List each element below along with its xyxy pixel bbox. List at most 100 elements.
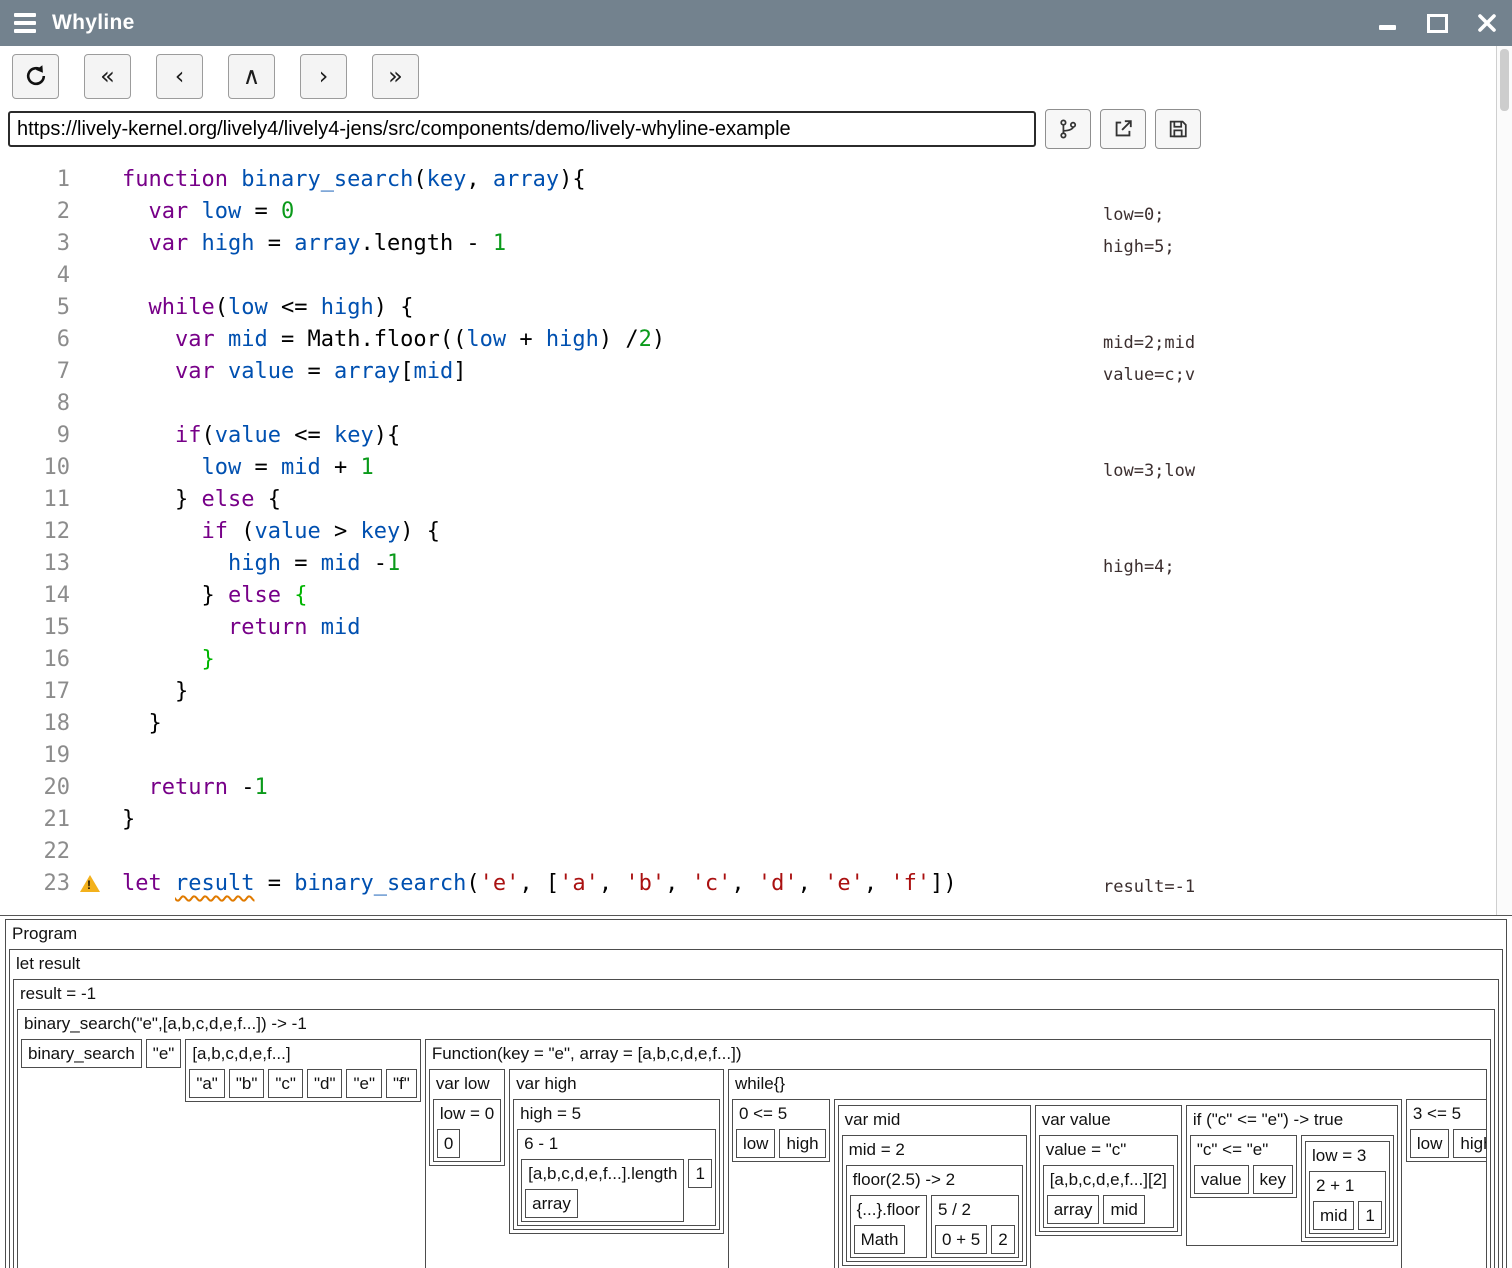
trace-node[interactable]: "e" xyxy=(346,1069,382,1098)
code-line[interactable]: 23let result = binary_search('e', ['a', … xyxy=(0,868,1512,900)
trace-node[interactable]: value = "c"[a,b,c,d,e,f...][2]arraymid xyxy=(1039,1135,1178,1232)
nav-last-button[interactable]: » xyxy=(372,54,419,99)
trace-node[interactable]: value xyxy=(1194,1165,1249,1194)
trace-node[interactable]: var lowlow = 00 xyxy=(429,1069,505,1166)
code-line[interactable]: 4 xyxy=(0,260,1512,292)
value-annotation[interactable]: result=-1 xyxy=(1103,871,1213,903)
trace-node[interactable]: mid xyxy=(1103,1195,1144,1224)
close-button[interactable] xyxy=(1476,12,1498,34)
trace-node[interactable]: low = 32 + 1mid1 xyxy=(1305,1141,1390,1238)
code-line[interactable]: 8 xyxy=(0,388,1512,420)
code-line[interactable]: 2 var low = 0low=0; xyxy=(0,196,1512,228)
trace-node[interactable]: "f" xyxy=(386,1069,417,1098)
scrollbar-thumb[interactable] xyxy=(1500,49,1509,111)
trace-node[interactable]: 3 <= 5lowhigh xyxy=(1406,1099,1487,1162)
hamburger-menu-icon[interactable] xyxy=(14,13,36,33)
branch-button[interactable] xyxy=(1045,109,1091,149)
trace-node[interactable]: 5 / 20 + 52 xyxy=(931,1195,1019,1258)
code-editor[interactable]: 1function binary_search(key, array){2 va… xyxy=(0,152,1512,915)
maximize-button[interactable] xyxy=(1426,12,1448,34)
nav-next-button[interactable]: › xyxy=(300,54,347,99)
trace-node[interactable]: 0 + 5 xyxy=(935,1225,987,1254)
trace-node[interactable]: binary_search xyxy=(21,1039,142,1068)
trace-node[interactable]: 0 <= 5lowhigh xyxy=(732,1099,830,1162)
trace-node[interactable]: "b" xyxy=(229,1069,265,1098)
trace-node[interactable]: high xyxy=(1453,1129,1487,1158)
code-line[interactable]: 21} xyxy=(0,804,1512,836)
trace-node[interactable]: let resultresult = -1binary_search("e",[… xyxy=(9,949,1503,1268)
trace-node[interactable]: low xyxy=(736,1129,776,1158)
code-line[interactable]: 10 low = mid + 1low=3;low xyxy=(0,452,1512,484)
open-external-button[interactable] xyxy=(1100,109,1146,149)
warning-icon[interactable] xyxy=(80,875,100,892)
code-line[interactable]: 16 } xyxy=(0,644,1512,676)
code-line[interactable]: 3 var high = array.length - 1high=5; xyxy=(0,228,1512,260)
value-annotation[interactable]: high=5; xyxy=(1103,231,1213,263)
url-input[interactable] xyxy=(8,111,1036,147)
trace-node[interactable]: while{}0 <= 5lowhighvar midmid = 2floor(… xyxy=(728,1069,1487,1268)
trace-node[interactable]: [a,b,c,d,e,f...][2]arraymid xyxy=(1043,1165,1174,1228)
trace-node[interactable]: result = -1binary_search("e",[a,b,c,d,e,… xyxy=(13,979,1499,1268)
value-annotation[interactable]: low=0; xyxy=(1103,199,1213,231)
trace-node[interactable]: 1 xyxy=(688,1159,711,1188)
trace-node[interactable]: 1 xyxy=(1358,1201,1381,1230)
trace-node[interactable]: mid xyxy=(1313,1201,1354,1230)
code-line[interactable]: 7 var value = array[mid]value=c;v xyxy=(0,356,1512,388)
trace-node[interactable]: "d" xyxy=(307,1069,343,1098)
code-line[interactable]: 20 return -1 xyxy=(0,772,1512,804)
value-annotation[interactable]: high=4; xyxy=(1103,551,1213,583)
nav-prev-button[interactable]: ‹ xyxy=(156,54,203,99)
refresh-button[interactable] xyxy=(12,54,59,99)
vertical-scrollbar[interactable] xyxy=(1496,46,1512,915)
code-line[interactable]: 14 } else { xyxy=(0,580,1512,612)
trace-node[interactable]: high xyxy=(779,1129,825,1158)
trace-node[interactable]: array xyxy=(525,1189,578,1218)
code-line[interactable]: 11 } else { xyxy=(0,484,1512,516)
code-line[interactable]: 13 high = mid -1high=4; xyxy=(0,548,1512,580)
trace-node[interactable]: [a,b,c,d,e,f...]"a""b""c""d""e""f" xyxy=(185,1039,421,1102)
trace-node[interactable]: "a" xyxy=(189,1069,225,1098)
nav-first-button[interactable]: « xyxy=(84,54,131,99)
trace-node[interactable]: "e" xyxy=(146,1039,182,1068)
code-line[interactable]: 9 if(value <= key){ xyxy=(0,420,1512,452)
trace-node[interactable]: var highhigh = 56 - 1[a,b,c,d,e,f...].le… xyxy=(509,1069,724,1234)
trace-node[interactable]: low = 00 xyxy=(433,1099,501,1162)
trace-node[interactable]: Function(key = "e", array = [a,b,c,d,e,f… xyxy=(425,1039,1491,1268)
trace-node[interactable]: floor(2.5) -> 2{...}.floorMath5 / 20 + 5… xyxy=(846,1165,1023,1262)
save-button[interactable] xyxy=(1155,109,1201,149)
trace-node[interactable]: binary_search("e",[a,b,c,d,e,f...]) -> -… xyxy=(17,1009,1495,1268)
code-line[interactable]: 6 var mid = Math.floor((low + high) /2)m… xyxy=(0,324,1512,356)
code-line[interactable]: 1function binary_search(key, array){ xyxy=(0,164,1512,196)
trace-node[interactable]: low = 32 + 1mid1 xyxy=(1301,1135,1394,1242)
trace-node[interactable]: Math xyxy=(854,1225,906,1254)
trace-node[interactable]: key xyxy=(1253,1165,1293,1194)
code-line[interactable]: 22 xyxy=(0,836,1512,868)
code-line[interactable]: 12 if (value > key) { xyxy=(0,516,1512,548)
trace-node[interactable]: var midmid = 2floor(2.5) -> 2{...}.floor… xyxy=(838,1105,1031,1268)
value-annotation[interactable]: value=c;v xyxy=(1103,359,1213,391)
code-line[interactable]: 19 xyxy=(0,740,1512,772)
trace-node[interactable]: "c" xyxy=(268,1069,303,1098)
trace-node[interactable]: 0 xyxy=(437,1129,460,1158)
nav-up-button[interactable]: ∧ xyxy=(228,54,275,99)
trace-node[interactable]: {...}.floorMath xyxy=(850,1195,927,1258)
trace-node[interactable]: if ("c" <= "e") -> true"c" <= "e"valueke… xyxy=(1186,1105,1398,1246)
trace-node[interactable]: high = 56 - 1[a,b,c,d,e,f...].lengtharra… xyxy=(513,1099,720,1230)
code-line[interactable]: 18 } xyxy=(0,708,1512,740)
value-annotation[interactable]: mid=2;mid xyxy=(1103,327,1213,359)
trace-node[interactable]: Programlet resultresult = -1binary_searc… xyxy=(5,919,1507,1268)
trace-node[interactable]: 2 xyxy=(991,1225,1014,1254)
code-line[interactable]: 17 } xyxy=(0,676,1512,708)
minimize-button[interactable] xyxy=(1376,12,1398,34)
trace-node[interactable]: [a,b,c,d,e,f...].lengtharray xyxy=(521,1159,684,1222)
trace-node[interactable]: 6 - 1[a,b,c,d,e,f...].lengtharray1 xyxy=(517,1129,716,1226)
code-line[interactable]: 15 return mid xyxy=(0,612,1512,644)
trace-node[interactable]: var midmid = 2floor(2.5) -> 2{...}.floor… xyxy=(834,1099,1402,1268)
code-line[interactable]: 5 while(low <= high) { xyxy=(0,292,1512,324)
trace-node[interactable]: "c" <= "e"valuekey xyxy=(1190,1135,1297,1198)
trace-node[interactable]: 2 + 1mid1 xyxy=(1309,1171,1386,1234)
trace-node[interactable]: var valuevalue = "c"[a,b,c,d,e,f...][2]a… xyxy=(1035,1105,1182,1236)
trace-node[interactable]: array xyxy=(1047,1195,1100,1224)
trace-node[interactable]: low xyxy=(1410,1129,1450,1158)
value-annotation[interactable]: low=3;low xyxy=(1103,455,1213,487)
